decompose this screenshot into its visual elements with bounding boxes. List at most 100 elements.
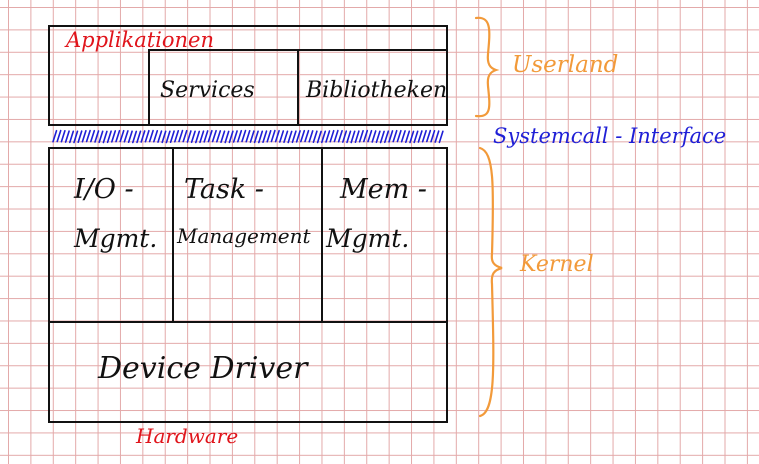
- hatch-stroke: [308, 130, 314, 143]
- hatch-stroke: [258, 130, 264, 144]
- userland-annotation: Userland: [512, 52, 619, 78]
- libraries-label: Bibliotheken: [306, 78, 448, 103]
- hatch-stroke: [132, 130, 138, 144]
- hatch-stroke: [249, 130, 255, 143]
- hatch-stroke: [283, 130, 289, 144]
- hatch-stroke: [417, 130, 423, 143]
- hatch-stroke: [199, 130, 205, 144]
- hatch-stroke: [207, 129, 213, 143]
- hatch-stroke: [232, 130, 238, 143]
- hatch-stroke: [430, 129, 436, 143]
- task-right-line: [321, 147, 323, 322]
- io-mgmt-label-line1: I/O -: [74, 174, 134, 205]
- device-driver-label: Device Driver: [98, 351, 308, 386]
- hatch-stroke: [316, 130, 322, 144]
- hatch-stroke: [178, 129, 184, 143]
- hatch-stroke: [203, 130, 209, 143]
- hatch-stroke: [81, 129, 87, 143]
- hatch-stroke: [60, 129, 66, 143]
- kernel-annotation: Kernel: [520, 252, 594, 277]
- hatch-stroke: [228, 130, 234, 144]
- hatch-stroke: [312, 130, 318, 143]
- hatch-stroke: [119, 129, 125, 143]
- os-architecture-diagram: Applikationen Services Bibliotheken I/O …: [0, 0, 759, 464]
- hatch-stroke: [329, 129, 335, 143]
- hatch-stroke: [287, 130, 293, 144]
- mem-mgmt-label-line2: Mgmt.: [326, 224, 410, 253]
- hatch-stroke: [262, 130, 268, 143]
- hatch-stroke: [64, 130, 70, 143]
- hatch-stroke: [400, 130, 406, 143]
- hatch-stroke: [354, 130, 360, 143]
- hatch-stroke: [333, 129, 339, 143]
- hatch-stroke: [434, 130, 440, 143]
- hatch-stroke: [94, 130, 100, 143]
- hatch-stroke: [123, 130, 129, 143]
- hatch-stroke: [98, 130, 104, 144]
- task-management-label-line2: Management: [177, 224, 311, 248]
- hatch-stroke: [89, 129, 96, 143]
- syscall-interface-annotation: Systemcall - Interface: [493, 124, 727, 148]
- hatch-stroke: [148, 129, 154, 143]
- hatch-stroke: [358, 129, 364, 143]
- hatch-stroke: [56, 129, 62, 143]
- hatch-stroke: [383, 130, 390, 144]
- hatch-stroke: [52, 129, 58, 143]
- hatch-stroke: [195, 130, 201, 144]
- hatch-stroke: [346, 130, 352, 144]
- hatch-stroke: [106, 130, 112, 144]
- hatch-stroke: [266, 129, 272, 143]
- userland-brace: [474, 16, 500, 118]
- services-label: Services: [160, 78, 255, 103]
- services-left-line: [148, 49, 150, 125]
- hatch-stroke: [291, 130, 297, 144]
- hatch-stroke: [350, 130, 356, 144]
- hatch-stroke: [190, 130, 196, 144]
- kernel-brace: [478, 146, 503, 418]
- hatch-stroke: [110, 130, 117, 143]
- hatch-stroke: [304, 129, 310, 143]
- hatch-stroke: [438, 130, 444, 144]
- hatch-stroke: [241, 129, 247, 143]
- hatch-stroke: [409, 130, 415, 144]
- hatch-stroke: [153, 129, 159, 143]
- hatch-stroke: [375, 130, 381, 144]
- hatch-stroke: [85, 129, 91, 143]
- hatch-stroke: [127, 130, 133, 143]
- hatch-stroke: [186, 130, 192, 143]
- hatch-stroke: [174, 129, 180, 143]
- hatch-stroke: [404, 130, 411, 143]
- hatch-stroke: [245, 129, 251, 143]
- hatch-stroke: [253, 130, 259, 144]
- hatch-stroke: [367, 129, 373, 143]
- kernel-inner-horizontal-line: [48, 321, 448, 323]
- applications-label: Applikationen: [66, 28, 215, 52]
- hatch-stroke: [270, 129, 276, 143]
- hatch-stroke: [295, 130, 301, 143]
- mem-mgmt-label-line1: Mem -: [340, 174, 427, 205]
- hardware-label: Hardware: [136, 424, 239, 448]
- hatch-stroke: [274, 129, 280, 143]
- hatch-stroke: [325, 130, 331, 143]
- hatch-stroke: [140, 130, 146, 143]
- hatch-stroke: [279, 130, 285, 143]
- hatch-stroke: [216, 130, 222, 143]
- hatch-stroke: [220, 130, 226, 143]
- hatch-stroke: [144, 129, 150, 143]
- hatch-stroke: [157, 130, 163, 143]
- hatch-stroke: [182, 129, 188, 143]
- hatch-stroke: [362, 129, 369, 143]
- hatch-stroke: [337, 129, 343, 143]
- hatch-stroke: [136, 130, 142, 144]
- task-management-label-line1: Task -: [184, 174, 264, 205]
- hatch-stroke: [371, 130, 377, 143]
- hatch-stroke: [77, 130, 83, 143]
- hatch-stroke: [320, 130, 327, 144]
- hatch-stroke: [115, 129, 121, 143]
- hatch-stroke: [392, 129, 398, 143]
- hatch-stroke: [165, 130, 171, 144]
- syscall-hatch-strip: [52, 129, 444, 144]
- services-right-line: [297, 49, 299, 125]
- hatch-stroke: [211, 129, 217, 143]
- hatch-stroke: [413, 130, 419, 144]
